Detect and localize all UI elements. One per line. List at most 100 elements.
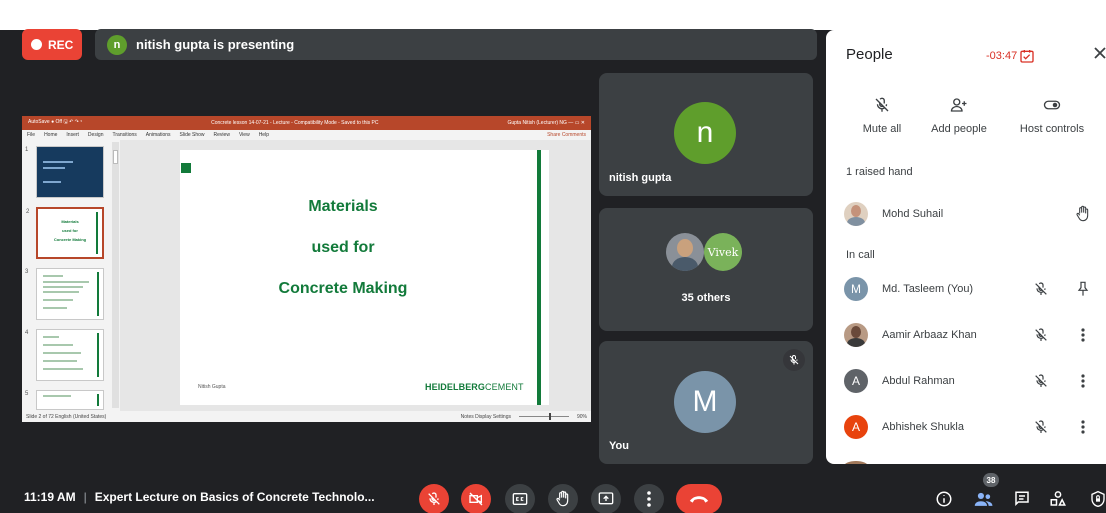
add-people-button[interactable]: Add people (914, 96, 1004, 135)
participant-row[interactable]: A Abhishek Shukla (826, 412, 1106, 444)
pp-menu-item: Slide Show (179, 132, 205, 138)
chat-icon (1015, 491, 1029, 507)
slide-scrollbar[interactable] (579, 142, 587, 408)
panel-timer: -03:47 (986, 48, 1035, 64)
present-screen-button[interactable] (591, 484, 621, 513)
presenter-banner: n nitish gupta is presenting (95, 29, 817, 60)
pin-icon[interactable] (1073, 279, 1093, 299)
powerpoint-title-bar: AutoSave ● Off 🖫 ↶ ↷ ▾ Concrete lesson 1… (22, 116, 591, 130)
pp-status-left: Slide 2 of 72 English (United States) (26, 413, 107, 420)
meeting-details-button[interactable] (929, 484, 959, 513)
people-panel: People -03:47 Mute all Add people Host c… (826, 30, 1106, 464)
participant-name: Abhishek Shukla (882, 421, 964, 433)
thumb-text: used for (62, 228, 78, 233)
record-dot-icon (31, 39, 42, 50)
people-button[interactable] (969, 484, 999, 513)
more-options-icon[interactable] (1073, 325, 1093, 345)
toggle-icon (1043, 100, 1061, 110)
powerpoint-status-bar: Slide 2 of 72 English (United States) No… (22, 411, 591, 422)
add-person-icon (950, 98, 967, 112)
pp-menu-item: Transitions (112, 132, 137, 138)
host-controls-button[interactable]: Host controls (1007, 96, 1097, 135)
participant-row[interactable]: Aamir Arbaaz Khan (826, 320, 1106, 352)
info-icon (936, 491, 952, 507)
participant-name: Md. Tasleem (You) (882, 283, 974, 295)
recording-indicator[interactable]: REC (22, 29, 82, 60)
slide-thumbnails: 1 2 Materials used for Concrete Making 3 (22, 140, 120, 411)
others-count: 35 others (681, 292, 731, 304)
raised-hand-row[interactable]: Mohd Suhail (826, 199, 1106, 231)
more-vert-icon (647, 491, 651, 507)
people-icon (974, 492, 993, 506)
self-tile-avatar: M (674, 371, 736, 433)
pp-menu-item: View (238, 132, 250, 138)
raised-hand-header: 1 raised hand (846, 166, 913, 178)
thumbnail-scrollbar[interactable] (112, 142, 119, 408)
chat-button[interactable] (1007, 484, 1037, 513)
pp-menu-item: File (27, 132, 36, 138)
mic-off-icon (875, 97, 889, 112)
leave-call-button[interactable] (676, 484, 722, 513)
avatar (844, 323, 868, 347)
thumb-text: Materials (61, 219, 79, 224)
slide-thumbnail: 3 (25, 268, 104, 320)
participant-tile-presenter[interactable]: n nitish gupta (599, 73, 813, 196)
powerpoint-workspace: 1 2 Materials used for Concrete Making 3 (22, 140, 591, 411)
slide-title-line: used for (311, 239, 375, 256)
slide-title-line: Materials (308, 198, 378, 215)
pp-zoom: 90% (576, 413, 587, 420)
recording-label: REC (48, 37, 74, 52)
more-options-icon[interactable] (1073, 417, 1093, 437)
participant-row[interactable]: M Md. Tasleem (You) (826, 274, 1106, 306)
more-options-icon[interactable] (1073, 371, 1093, 391)
participant-tile-self[interactable]: M You (599, 341, 813, 464)
more-options-button[interactable] (634, 484, 664, 513)
participant-row[interactable]: A Abdul Rahman (826, 366, 1106, 398)
next-participant-avatar-peek (844, 461, 868, 464)
participant-photo-avatar-vivek: Vivek (704, 233, 742, 271)
avatar: M (844, 277, 868, 301)
slide-green-square (181, 163, 191, 173)
camera-toggle-button[interactable] (461, 484, 491, 513)
pp-menu-item: Insert (66, 132, 79, 138)
raised-hand-icon[interactable] (1073, 204, 1093, 224)
participant-name: Mohd Suhail (882, 208, 944, 220)
presenter-avatar: n (107, 34, 127, 55)
pp-menu-item: Animations (145, 132, 171, 138)
panel-title: People (846, 46, 893, 63)
camera-off-icon (469, 492, 483, 506)
presenter-banner-text: nitish gupta is presenting (136, 37, 295, 52)
slide-thumbnail: 5 (25, 390, 104, 410)
people-count-badge: 38 (983, 473, 999, 487)
mic-off-icon[interactable] (1031, 279, 1051, 299)
avatar: A (844, 415, 868, 439)
mic-toggle-button[interactable] (419, 484, 449, 513)
pp-quick-access: AutoSave ● Off 🖫 ↶ ↷ ▾ (28, 119, 83, 125)
mic-off-icon (783, 349, 805, 371)
participant-photo-avatar (666, 233, 704, 271)
hang-up-icon (689, 496, 709, 503)
separator: | (83, 490, 87, 504)
heidelberg-logo: HEIDELBERGCEMENT (425, 382, 524, 392)
thumb-number: 5 (25, 391, 29, 397)
captions-button[interactable] (505, 484, 535, 513)
participant-name: Abdul Rahman (882, 375, 955, 387)
pp-menu-item: Home (44, 132, 58, 138)
pp-doc-title: Concrete lesson 14-07-21 - Lecture - Com… (211, 120, 379, 126)
pp-status-right: Notes Display Settings (460, 413, 511, 420)
mic-off-icon[interactable] (1031, 417, 1051, 437)
participant-tile-others[interactable]: Vivek 35 others (599, 208, 813, 331)
close-icon[interactable] (1090, 43, 1106, 63)
thumb-number: 3 (25, 269, 29, 275)
shared-screen[interactable]: AutoSave ● Off 🖫 ↶ ↷ ▾ Concrete lesson 1… (22, 116, 591, 422)
slide-green-bar (537, 150, 541, 405)
raise-hand-button[interactable] (548, 484, 578, 513)
avatar (844, 202, 868, 226)
activities-button[interactable] (1043, 484, 1073, 513)
host-safety-button[interactable] (1083, 484, 1106, 513)
mic-off-icon[interactable] (1031, 371, 1051, 391)
mic-off-icon[interactable] (1031, 325, 1051, 345)
tile-name: nitish gupta (609, 172, 672, 184)
slide-title-line: Concrete Making (278, 280, 408, 297)
current-slide: Materials used for Concrete Making Nitis… (180, 150, 549, 405)
